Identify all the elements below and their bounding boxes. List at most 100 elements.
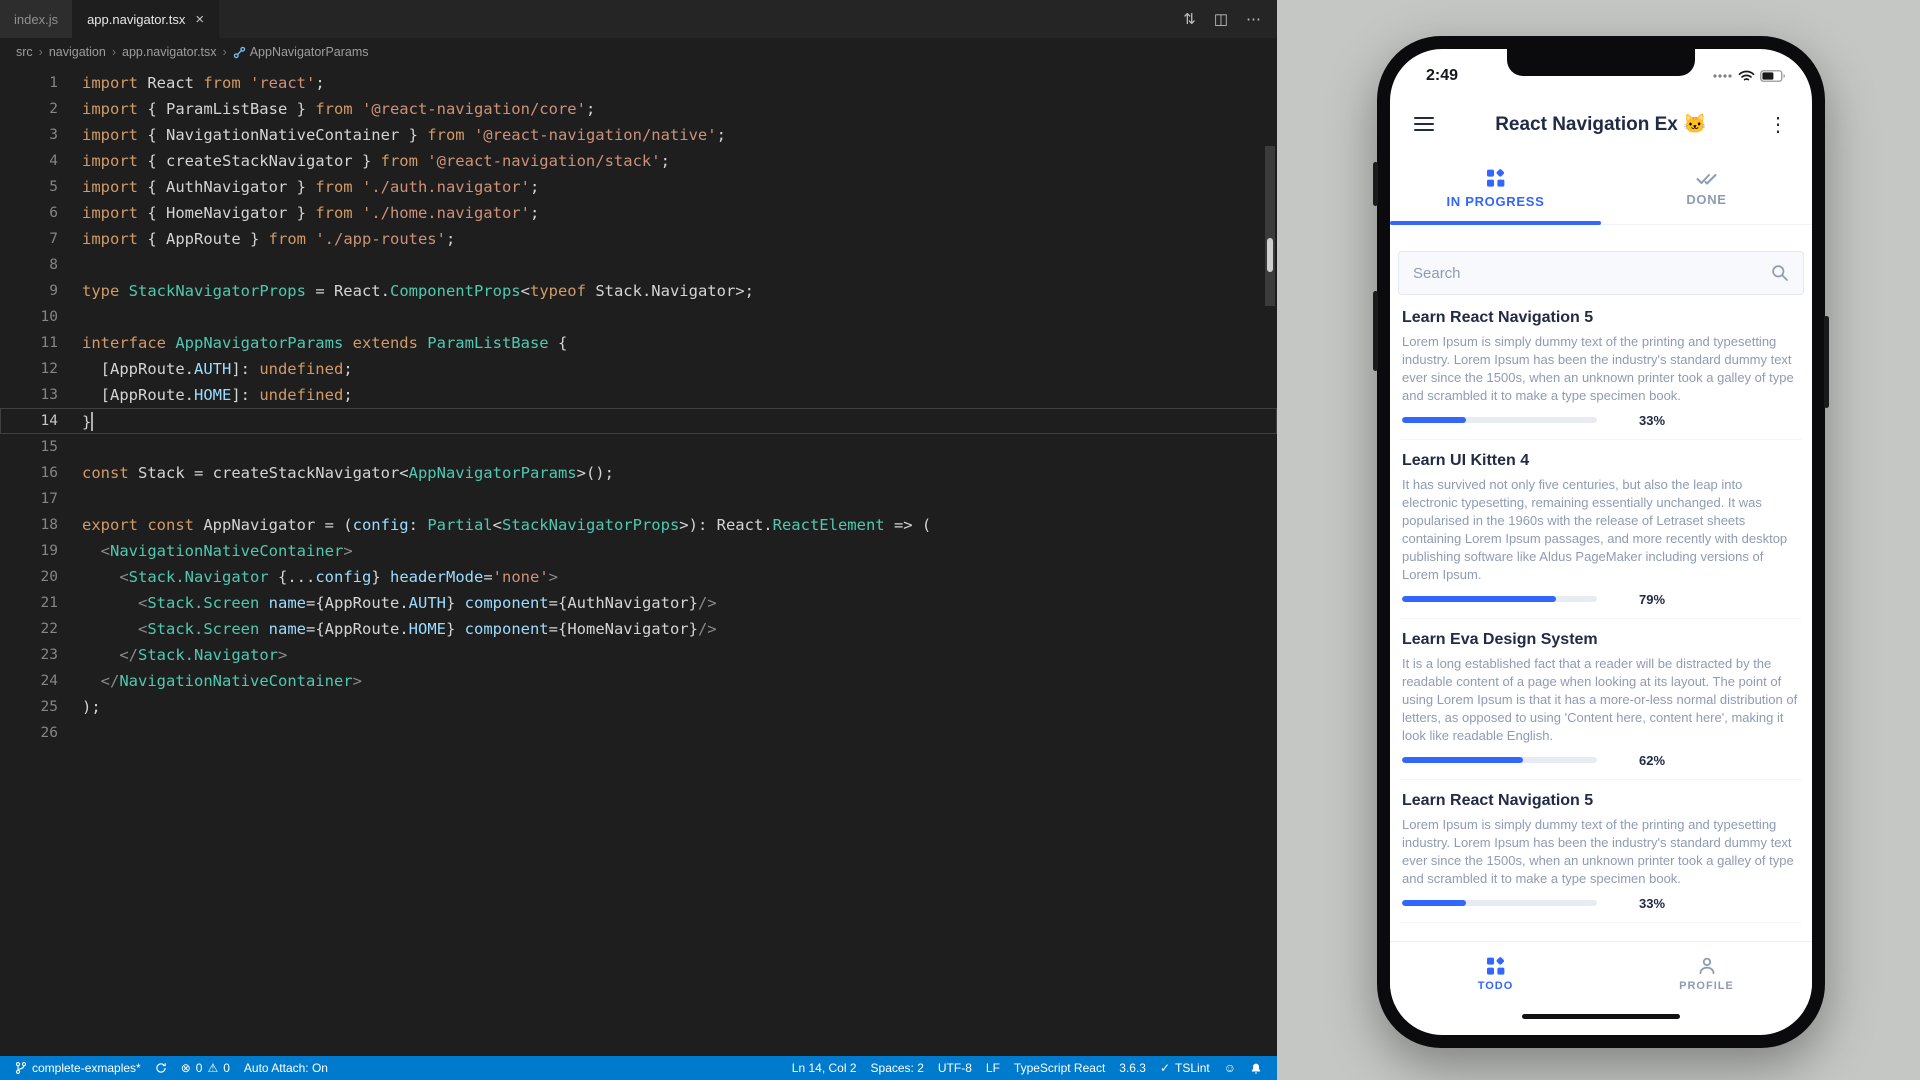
code-line[interactable]: 8 xyxy=(0,252,1277,278)
sync-icon xyxy=(155,1062,167,1074)
encoding-item[interactable]: UTF-8 xyxy=(931,1061,979,1075)
code-line[interactable]: 14} xyxy=(0,408,1277,434)
cursor-position-item[interactable]: Ln 14, Col 2 xyxy=(785,1061,864,1075)
vscode-window: index.js app.navigator.tsx × ⇅ ◫ ⋯ src › n… xyxy=(0,0,1277,1080)
code-line[interactable]: 3import { NavigationNativeContainer } fr… xyxy=(0,122,1277,148)
close-icon[interactable]: × xyxy=(195,12,204,27)
status-icons xyxy=(1713,70,1786,82)
language-mode-item[interactable]: TypeScript React xyxy=(1007,1061,1112,1075)
code-line[interactable]: 1import React from 'react'; xyxy=(0,70,1277,96)
code-line[interactable]: 2import { ParamListBase } from '@react-n… xyxy=(0,96,1277,122)
code-line[interactable]: 5import { AuthNavigator } from './auth.n… xyxy=(0,174,1277,200)
code-line[interactable]: 13 [AppRoute.HOME]: undefined; xyxy=(0,382,1277,408)
nav-item-profile[interactable]: PROFILE xyxy=(1601,942,1812,1005)
code-line[interactable]: 18export const AppNavigator = (config: P… xyxy=(0,512,1277,538)
open-changes-icon[interactable]: ⇅ xyxy=(1183,10,1196,28)
more-actions-icon[interactable]: ⋯ xyxy=(1246,10,1261,28)
auto-attach-item[interactable]: Auto Attach: On xyxy=(237,1056,335,1080)
todo-card[interactable]: Learn Eva Design System It is a long esta… xyxy=(1400,619,1802,780)
notifications-item[interactable] xyxy=(1243,1062,1269,1075)
git-branch-item[interactable]: complete-exmaples* xyxy=(8,1056,148,1080)
progress-bar-fill xyxy=(1402,900,1466,906)
nav-item-todo[interactable]: TODO xyxy=(1390,942,1601,1005)
code-line[interactable]: 6import { HomeNavigator } from './home.n… xyxy=(0,200,1277,226)
text-cursor xyxy=(91,412,93,431)
tab-app-navigator-tsx[interactable]: app.navigator.tsx × xyxy=(73,0,219,38)
tab-in-progress[interactable]: IN PROGRESS xyxy=(1390,153,1601,224)
code-line[interactable]: 7import { AppRoute } from './app-routes'… xyxy=(0,226,1277,252)
code-line[interactable]: 17 xyxy=(0,486,1277,512)
code-line[interactable]: 19 <NavigationNativeContainer> xyxy=(0,538,1277,564)
line-number: 25 xyxy=(0,694,58,720)
progress-bar-fill xyxy=(1402,757,1523,763)
breadcrumb-separator: › xyxy=(223,45,227,59)
kebab-menu-icon[interactable]: ⋮ xyxy=(1764,112,1792,137)
editor-tab-bar: index.js app.navigator.tsx × ⇅ ◫ ⋯ xyxy=(0,0,1277,38)
breadcrumb[interactable]: src › navigation › app.navigator.tsx › AppNavi… xyxy=(0,38,1277,66)
phone-volume-button xyxy=(1373,291,1378,371)
split-editor-icon[interactable]: ◫ xyxy=(1214,10,1228,28)
code-line[interactable]: 24 </NavigationNativeContainer> xyxy=(0,668,1277,694)
breadcrumb-item[interactable]: navigation xyxy=(49,45,106,59)
battery-icon xyxy=(1760,70,1786,82)
ts-version-item[interactable]: 3.6.3 xyxy=(1112,1061,1153,1075)
code-line[interactable]: 15 xyxy=(0,434,1277,460)
editor-actions: ⇅ ◫ ⋯ xyxy=(1167,0,1277,38)
git-branch-icon xyxy=(15,1061,27,1075)
code-line[interactable]: 23 </Stack.Navigator> xyxy=(0,642,1277,668)
breadcrumb-item[interactable]: src xyxy=(16,45,33,59)
line-number: 20 xyxy=(0,564,58,590)
todo-card[interactable]: Learn React Navigation 5Lorem Ipsum is s… xyxy=(1400,780,1802,923)
line-number: 5 xyxy=(0,174,58,200)
line-number: 6 xyxy=(0,200,58,226)
breadcrumb-item[interactable]: AppNavigatorParams xyxy=(233,45,369,59)
code-line[interactable]: 9type StackNavigatorProps = React.Compon… xyxy=(0,278,1277,304)
code-line[interactable]: 26 xyxy=(0,720,1277,746)
todo-card[interactable]: Learn UI Kitten 4It has survived not onl… xyxy=(1400,440,1802,619)
card-title: Learn React Navigation 5 xyxy=(1402,309,1800,327)
code-line[interactable]: 16const Stack = createStackNavigator<App… xyxy=(0,460,1277,486)
home-indicator-area xyxy=(1390,1005,1812,1035)
sync-item[interactable] xyxy=(148,1056,174,1080)
top-tab-bar: IN PROGRESS DONE xyxy=(1390,153,1812,225)
tab-done[interactable]: DONE xyxy=(1601,153,1812,224)
search-input[interactable] xyxy=(1413,265,1771,282)
breadcrumb-separator: › xyxy=(39,45,43,59)
breadcrumb-item[interactable]: app.navigator.tsx xyxy=(122,45,217,59)
editor-scrollbar[interactable] xyxy=(1263,66,1277,1056)
todo-card[interactable]: Learn React Navigation 5Lorem Ipsum is s… xyxy=(1400,297,1802,440)
code-line[interactable]: 12 [AppRoute.AUTH]: undefined; xyxy=(0,356,1277,382)
code-line[interactable]: 20 <Stack.Navigator {...config} headerMo… xyxy=(0,564,1277,590)
card-description: Lorem Ipsum is simply dummy text of the … xyxy=(1402,816,1800,888)
problems-item[interactable]: ⊗ 0 ⚠ 0 xyxy=(174,1056,237,1080)
indentation-item[interactable]: Spaces: 2 xyxy=(864,1061,931,1075)
code-line[interactable]: 22 <Stack.Screen name={AppRoute.HOME} co… xyxy=(0,616,1277,642)
scrollbar-thumb[interactable] xyxy=(1265,146,1275,306)
code-editor[interactable]: 1import React from 'react';2import { Par… xyxy=(0,66,1277,1056)
tslint-item[interactable]: ✓ TSLint xyxy=(1153,1061,1217,1075)
code-line[interactable]: 11interface AppNavigatorParams extends P… xyxy=(0,330,1277,356)
home-indicator[interactable] xyxy=(1522,1014,1680,1019)
progress-bar xyxy=(1402,900,1597,906)
code-line[interactable]: 4import { createStackNavigator } from '@… xyxy=(0,148,1277,174)
code-line[interactable]: 21 <Stack.Screen name={AppRoute.AUTH} co… xyxy=(0,590,1277,616)
phone-frame: 2:49 xyxy=(1377,36,1825,1048)
code-line[interactable]: 25); xyxy=(0,694,1277,720)
code-line[interactable]: 10 xyxy=(0,304,1277,330)
card-description: It is a long established fact that a rea… xyxy=(1402,655,1800,745)
phone-screen: 2:49 xyxy=(1390,49,1812,1035)
line-number: 2 xyxy=(0,96,58,122)
app-header: React Navigation Ex 🐱 ⋮ xyxy=(1390,95,1812,153)
error-icon: ⊗ xyxy=(181,1062,191,1074)
tab-index-js[interactable]: index.js xyxy=(0,0,73,38)
card-title: Learn Eva Design System xyxy=(1402,631,1800,649)
progress-percentage: 62% xyxy=(1639,753,1665,768)
grid-icon xyxy=(1486,956,1506,976)
line-number: 1 xyxy=(0,70,58,96)
breadcrumb-separator: › xyxy=(112,45,116,59)
tab-label: app.navigator.tsx xyxy=(87,12,185,27)
search-icon[interactable] xyxy=(1771,264,1789,282)
hamburger-menu-icon[interactable] xyxy=(1410,116,1438,132)
feedback-item[interactable]: ☺ xyxy=(1217,1062,1243,1074)
eol-item[interactable]: LF xyxy=(979,1061,1007,1075)
